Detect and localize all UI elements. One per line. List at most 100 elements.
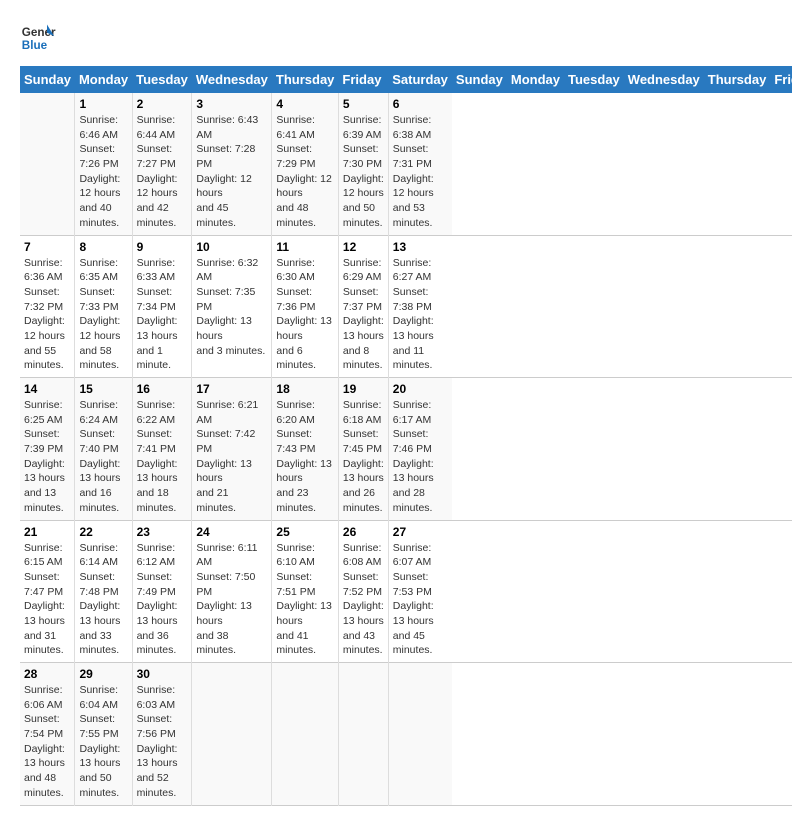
day-info: Sunrise: 6:39 AMSunset: 7:30 PMDaylight:… <box>343 113 384 231</box>
day-number: 30 <box>137 667 188 681</box>
col-header-monday: Monday <box>507 66 564 93</box>
calendar-cell: 23 Sunrise: 6:12 AMSunset: 7:49 PMDayligh… <box>132 520 192 663</box>
header-wednesday: Wednesday <box>192 66 272 93</box>
day-number: 17 <box>196 382 267 396</box>
day-info: Sunrise: 6:36 AMSunset: 7:32 PMDaylight:… <box>24 256 70 374</box>
calendar-cell: 20 Sunrise: 6:17 AMSunset: 7:46 PMDayligh… <box>388 378 452 521</box>
page-header: General Blue <box>20 20 772 56</box>
day-info: Sunrise: 6:43 AMSunset: 7:28 PMDaylight:… <box>196 113 267 231</box>
day-info: Sunrise: 6:32 AMSunset: 7:35 PMDaylight:… <box>196 256 267 359</box>
day-info: Sunrise: 6:24 AMSunset: 7:40 PMDaylight:… <box>79 398 127 516</box>
day-info: Sunrise: 6:06 AMSunset: 7:54 PMDaylight:… <box>24 683 70 801</box>
day-number: 29 <box>79 667 127 681</box>
calendar-cell: 24 Sunrise: 6:11 AMSunset: 7:50 PMDayligh… <box>192 520 272 663</box>
logo: General Blue <box>20 20 60 56</box>
header-tuesday: Tuesday <box>132 66 192 93</box>
calendar-cell: 19 Sunrise: 6:18 AMSunset: 7:45 PMDayligh… <box>338 378 388 521</box>
day-info: Sunrise: 6:29 AMSunset: 7:37 PMDaylight:… <box>343 256 384 374</box>
day-number: 12 <box>343 240 384 254</box>
day-info: Sunrise: 6:46 AMSunset: 7:26 PMDaylight:… <box>79 113 127 231</box>
calendar-cell: 11 Sunrise: 6:30 AMSunset: 7:36 PMDayligh… <box>272 235 339 378</box>
day-info: Sunrise: 6:10 AMSunset: 7:51 PMDaylight:… <box>276 541 334 659</box>
calendar-week-row: 14 Sunrise: 6:25 AMSunset: 7:39 PMDayligh… <box>20 378 792 521</box>
calendar-cell <box>192 663 272 806</box>
day-number: 15 <box>79 382 127 396</box>
day-number: 19 <box>343 382 384 396</box>
calendar-cell: 17Sunrise: 6:21 AMSunset: 7:42 PMDayligh… <box>192 378 272 521</box>
col-header-friday: Friday <box>770 66 792 93</box>
calendar-cell: 29Sunrise: 6:04 AMSunset: 7:55 PMDayligh… <box>75 663 132 806</box>
calendar-cell: 13Sunrise: 6:27 AMSunset: 7:38 PMDayligh… <box>388 235 452 378</box>
calendar-week-row: 7 Sunrise: 6:36 AMSunset: 7:32 PMDaylight… <box>20 235 792 378</box>
calendar-cell: 18 Sunrise: 6:20 AMSunset: 7:43 PMDayligh… <box>272 378 339 521</box>
calendar-cell: 30 Sunrise: 6:03 AMSunset: 7:56 PMDayligh… <box>132 663 192 806</box>
calendar-cell: 22Sunrise: 6:14 AMSunset: 7:48 PMDayligh… <box>75 520 132 663</box>
calendar-cell: 6Sunrise: 6:38 AMSunset: 7:31 PMDaylight… <box>388 93 452 235</box>
day-info: Sunrise: 6:15 AMSunset: 7:47 PMDaylight:… <box>24 541 70 659</box>
calendar-week-row: 1Sunrise: 6:46 AMSunset: 7:26 PMDaylight… <box>20 93 792 235</box>
col-header-sunday: Sunday <box>452 66 507 93</box>
calendar-cell <box>338 663 388 806</box>
day-number: 5 <box>343 97 384 111</box>
day-info: Sunrise: 6:07 AMSunset: 7:53 PMDaylight:… <box>393 541 448 659</box>
header-saturday: Saturday <box>388 66 452 93</box>
day-info: Sunrise: 6:12 AMSunset: 7:49 PMDaylight:… <box>137 541 188 659</box>
calendar-week-row: 28 Sunrise: 6:06 AMSunset: 7:54 PMDayligh… <box>20 663 792 806</box>
svg-text:Blue: Blue <box>22 39 48 52</box>
day-number: 21 <box>24 525 70 539</box>
calendar-cell: 3 Sunrise: 6:43 AMSunset: 7:28 PMDaylight… <box>192 93 272 235</box>
header-friday: Friday <box>338 66 388 93</box>
day-info: Sunrise: 6:20 AMSunset: 7:43 PMDaylight:… <box>276 398 334 516</box>
day-info: Sunrise: 6:08 AMSunset: 7:52 PMDaylight:… <box>343 541 384 659</box>
calendar-cell: 2Sunrise: 6:44 AMSunset: 7:27 PMDaylight… <box>132 93 192 235</box>
day-info: Sunrise: 6:41 AMSunset: 7:29 PMDaylight:… <box>276 113 334 231</box>
calendar-cell: 8 Sunrise: 6:35 AMSunset: 7:33 PMDaylight… <box>75 235 132 378</box>
day-number: 14 <box>24 382 70 396</box>
day-info: Sunrise: 6:17 AMSunset: 7:46 PMDaylight:… <box>393 398 448 516</box>
day-number: 18 <box>276 382 334 396</box>
day-number: 27 <box>393 525 448 539</box>
day-info: Sunrise: 6:35 AMSunset: 7:33 PMDaylight:… <box>79 256 127 374</box>
calendar-cell: 21 Sunrise: 6:15 AMSunset: 7:47 PMDayligh… <box>20 520 75 663</box>
calendar-cell: 15 Sunrise: 6:24 AMSunset: 7:40 PMDayligh… <box>75 378 132 521</box>
calendar-cell <box>272 663 339 806</box>
calendar-cell: 7 Sunrise: 6:36 AMSunset: 7:32 PMDaylight… <box>20 235 75 378</box>
day-number: 7 <box>24 240 70 254</box>
calendar-cell: 10 Sunrise: 6:32 AMSunset: 7:35 PMDayligh… <box>192 235 272 378</box>
day-info: Sunrise: 6:22 AMSunset: 7:41 PMDaylight:… <box>137 398 188 516</box>
calendar-cell: 28 Sunrise: 6:06 AMSunset: 7:54 PMDayligh… <box>20 663 75 806</box>
day-number: 13 <box>393 240 448 254</box>
header-monday: Monday <box>75 66 132 93</box>
day-number: 10 <box>196 240 267 254</box>
calendar-cell: 14 Sunrise: 6:25 AMSunset: 7:39 PMDayligh… <box>20 378 75 521</box>
calendar-header-row: SundayMondayTuesdayWednesdayThursdayFrid… <box>20 66 792 93</box>
day-number: 20 <box>393 382 448 396</box>
calendar-cell: 5 Sunrise: 6:39 AMSunset: 7:30 PMDaylight… <box>338 93 388 235</box>
day-number: 3 <box>196 97 267 111</box>
calendar-cell: 12 Sunrise: 6:29 AMSunset: 7:37 PMDayligh… <box>338 235 388 378</box>
day-number: 8 <box>79 240 127 254</box>
day-number: 23 <box>137 525 188 539</box>
calendar-cell: 16 Sunrise: 6:22 AMSunset: 7:41 PMDayligh… <box>132 378 192 521</box>
calendar-cell: 25Sunrise: 6:10 AMSunset: 7:51 PMDayligh… <box>272 520 339 663</box>
day-number: 26 <box>343 525 384 539</box>
day-number: 16 <box>137 382 188 396</box>
calendar-cell <box>388 663 452 806</box>
col-header-tuesday: Tuesday <box>564 66 624 93</box>
col-header-thursday: Thursday <box>704 66 771 93</box>
day-number: 4 <box>276 97 334 111</box>
day-info: Sunrise: 6:44 AMSunset: 7:27 PMDaylight:… <box>137 113 188 231</box>
day-info: Sunrise: 6:30 AMSunset: 7:36 PMDaylight:… <box>276 256 334 374</box>
calendar-week-row: 21 Sunrise: 6:15 AMSunset: 7:47 PMDayligh… <box>20 520 792 663</box>
day-info: Sunrise: 6:33 AMSunset: 7:34 PMDaylight:… <box>137 256 188 374</box>
day-number: 28 <box>24 667 70 681</box>
calendar-cell <box>20 93 75 235</box>
day-info: Sunrise: 6:18 AMSunset: 7:45 PMDaylight:… <box>343 398 384 516</box>
day-number: 11 <box>276 240 334 254</box>
header-thursday: Thursday <box>272 66 339 93</box>
day-info: Sunrise: 6:03 AMSunset: 7:56 PMDaylight:… <box>137 683 188 801</box>
day-info: Sunrise: 6:11 AMSunset: 7:50 PMDaylight:… <box>196 541 267 659</box>
day-number: 24 <box>196 525 267 539</box>
day-info: Sunrise: 6:25 AMSunset: 7:39 PMDaylight:… <box>24 398 70 516</box>
day-info: Sunrise: 6:38 AMSunset: 7:31 PMDaylight:… <box>393 113 448 231</box>
